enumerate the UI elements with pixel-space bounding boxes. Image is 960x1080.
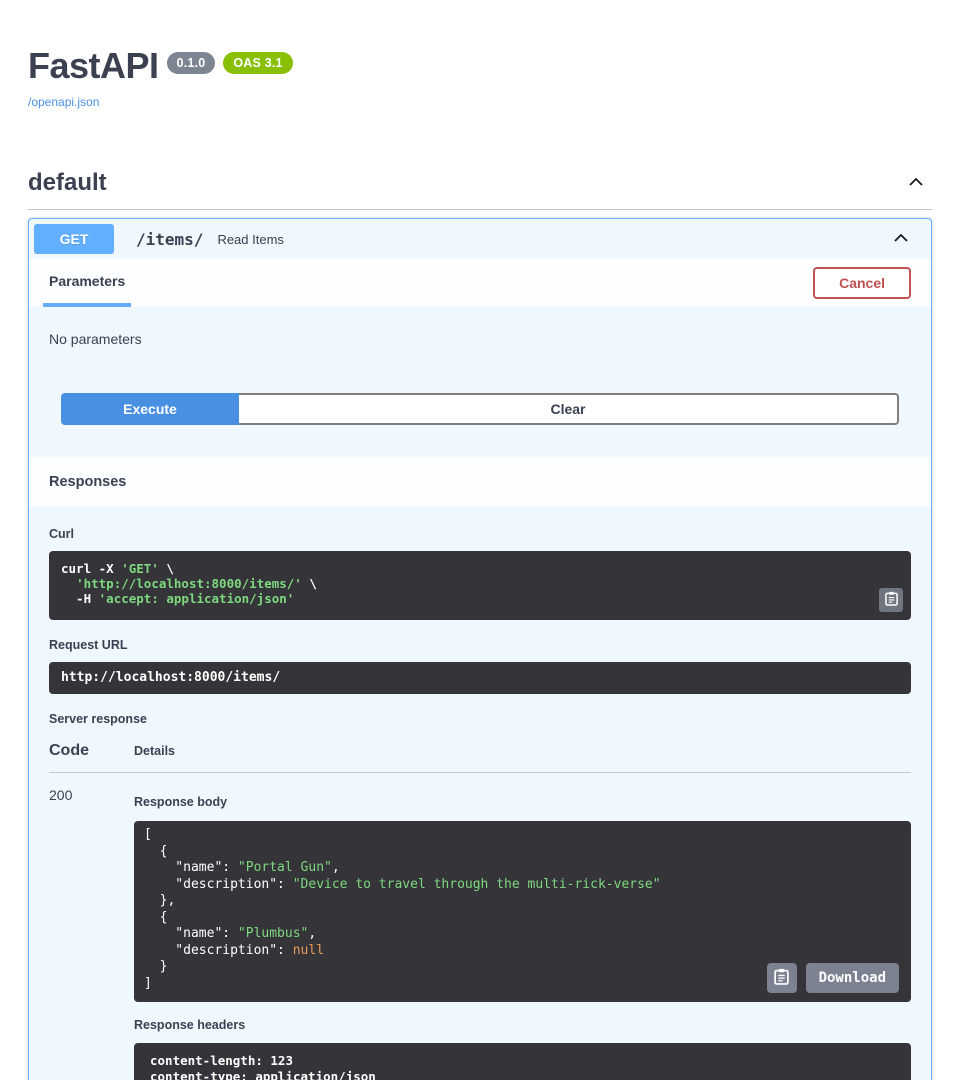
- curl-label: Curl: [49, 527, 74, 541]
- parameters-tab-label: Parameters: [49, 273, 125, 289]
- api-info: FastAPI 0.1.0 OAS 3.1 /openapi.json: [28, 0, 932, 111]
- swagger-ui-page: FastAPI 0.1.0 OAS 3.1 /openapi.json defa…: [28, 0, 932, 1080]
- curl-code-block: curl -X 'GET' \ 'http://localhost:8000/i…: [49, 551, 911, 620]
- operation-summary: Read Items: [217, 232, 283, 247]
- curl-command-text: curl -X 'GET' \ 'http://localhost:8000/i…: [61, 561, 899, 606]
- response-body-actions: Download: [767, 963, 899, 993]
- copy-curl-button[interactable]: [879, 588, 903, 612]
- response-headers-label: Response headers: [134, 1018, 245, 1032]
- clipboard-icon: [885, 591, 898, 609]
- tag-collapse-button[interactable]: [900, 170, 932, 197]
- details-column-header: Details: [134, 744, 175, 758]
- live-responses-section: Curl curl -X 'GET' \ 'http://localhost:8…: [29, 507, 931, 1080]
- response-body-block: [ { "name": "Portal Gun", "description":…: [134, 821, 911, 1002]
- api-title: FastAPI: [28, 46, 159, 86]
- spacer: [29, 425, 931, 457]
- parameters-section: No parameters: [29, 307, 931, 349]
- clipboard-icon: [774, 968, 789, 988]
- responses-header-label: Responses: [49, 474, 126, 490]
- tab-parameters[interactable]: Parameters: [43, 259, 131, 307]
- oas-badge: OAS 3.1: [223, 52, 292, 74]
- tag-title: default: [28, 169, 107, 197]
- execute-button[interactable]: Execute: [61, 393, 239, 425]
- response-body-label: Response body: [134, 795, 227, 809]
- openapi-spec-link[interactable]: /openapi.json: [28, 95, 99, 109]
- chevron-up-icon: [891, 236, 911, 251]
- request-url-label: Request URL: [49, 638, 127, 652]
- version-badge: 0.1.0: [167, 52, 216, 74]
- clear-button[interactable]: Clear: [239, 393, 899, 425]
- download-button[interactable]: Download: [806, 963, 899, 993]
- request-url-block: http://localhost:8000/items/: [49, 662, 911, 694]
- response-headers-text: content-length: 123 content-type: applic…: [150, 1053, 895, 1080]
- chevron-up-icon: [906, 180, 926, 195]
- opblock-collapse-button[interactable]: [885, 226, 917, 253]
- operation-path: /items/: [136, 230, 203, 249]
- execute-button-group: Execute Clear: [61, 393, 899, 425]
- copy-response-button[interactable]: [767, 963, 797, 993]
- code-column-header: Code: [49, 742, 89, 759]
- opblock-get-items: GET /items/ Read Items Parameters Cancel…: [28, 218, 932, 1080]
- divider: [49, 772, 911, 773]
- cancel-button[interactable]: Cancel: [813, 267, 911, 299]
- server-response-row: 200 Response body [ { "name": "Portal Gu…: [49, 787, 911, 1080]
- no-parameters-text: No parameters: [49, 331, 142, 347]
- response-headers-block: content-length: 123 content-type: applic…: [134, 1043, 911, 1080]
- server-response-label: Server response: [49, 712, 147, 726]
- responses-section-header: Responses: [29, 457, 931, 507]
- opblock-summary[interactable]: GET /items/ Read Items: [29, 219, 931, 259]
- request-url-text: http://localhost:8000/items/: [61, 671, 899, 685]
- server-response-table-header: Code Details: [49, 742, 911, 760]
- parameters-tab-header: Parameters Cancel: [29, 259, 931, 307]
- method-badge: GET: [34, 224, 114, 254]
- status-code: 200: [49, 787, 72, 803]
- tag-section-header[interactable]: default: [28, 169, 932, 210]
